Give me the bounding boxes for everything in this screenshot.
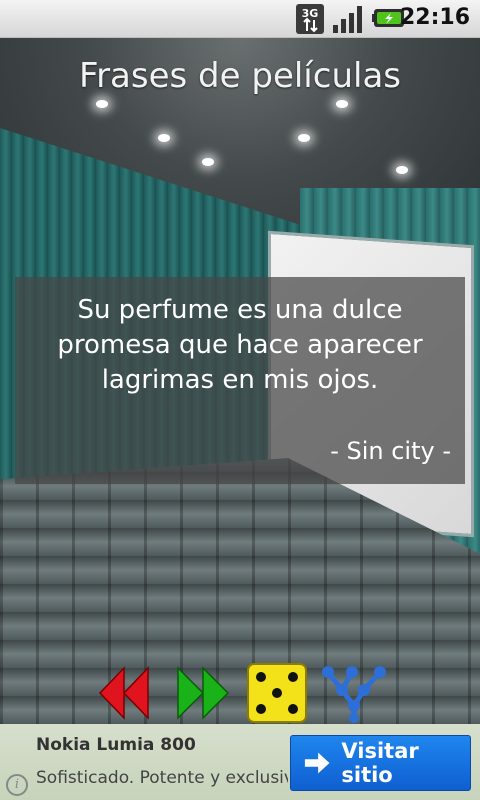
fast-forward-icon: [177, 666, 230, 720]
ceiling-light: [336, 100, 348, 108]
3g-data-icon: 3G: [296, 4, 324, 34]
share-button[interactable]: [320, 662, 388, 724]
rewind-icon: [98, 666, 149, 720]
quote-line: promesa que hace aparecer: [57, 330, 423, 360]
clock: 22:16: [399, 5, 470, 30]
visit-site-button[interactable]: Visitar sitio: [290, 735, 471, 791]
svg-text:3G: 3G: [302, 7, 319, 20]
ad-description: Sofisticado. Potente y exclusivo: [36, 768, 288, 788]
visit-site-label: Visitar sitio: [341, 739, 419, 787]
dice-icon: [247, 663, 307, 723]
ceiling-light: [202, 158, 214, 166]
ceiling-light: [298, 134, 310, 142]
signal-strength-icon: [333, 6, 362, 33]
previous-quote-button[interactable]: [98, 662, 150, 724]
next-quote-button[interactable]: [176, 662, 230, 724]
ceiling-light: [158, 134, 170, 142]
info-icon[interactable]: i: [6, 774, 28, 796]
quote-author: - Sin city -: [330, 437, 451, 465]
ceiling-light: [396, 166, 408, 174]
arrow-right-icon: [304, 752, 330, 774]
quote-line: Su perfume es una dulce: [77, 295, 403, 325]
ad-title: Nokia Lumia 800: [36, 735, 196, 750]
status-bar: 3G 22:16: [0, 0, 480, 38]
quote-line: lagrimas en mis ojos.: [101, 365, 379, 395]
ceiling-light: [96, 100, 108, 108]
quote-card: Su perfume es una dulce promesa que hace…: [15, 277, 465, 484]
random-quote-button[interactable]: [246, 662, 308, 724]
app-title: Frases de películas: [79, 56, 401, 96]
ad-banner[interactable]: Nokia Lumia 800 i Sofisticado. Potente y…: [0, 724, 480, 800]
quote-text: Su perfume es una dulce promesa que hace…: [15, 293, 465, 398]
